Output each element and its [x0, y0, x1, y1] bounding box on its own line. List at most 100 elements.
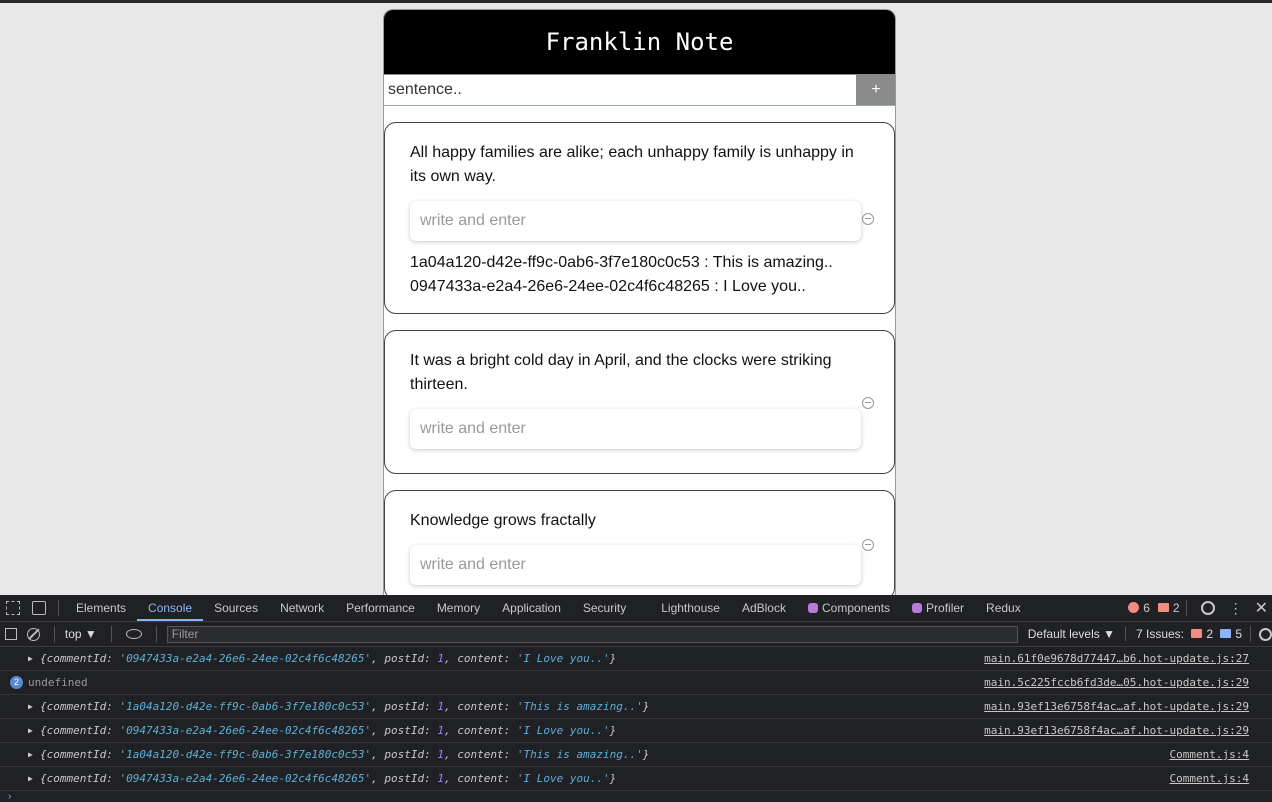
log-row[interactable]: ▶ {commentId: '1a04a120-d42e-ff9c-0ab6-3…	[0, 743, 1272, 767]
post-card: All happy families are alike; each unhap…	[384, 122, 895, 314]
post-card: It was a bright cold day in April, and t…	[384, 330, 895, 474]
log-message: {commentId: '0947433a-e2a4-26e6-24ee-02c…	[40, 772, 617, 785]
close-icon[interactable]: ✕	[1255, 598, 1268, 618]
post-text: Knowledge grows fractally	[410, 512, 596, 529]
divider	[53, 626, 55, 642]
issue-error-icon	[1191, 629, 1203, 638]
post-list: All happy families are alike; each unhap…	[384, 106, 895, 596]
error-count[interactable]: 6	[1128, 601, 1150, 615]
divider	[155, 626, 157, 642]
issues-label: 7 Issues:	[1135, 627, 1185, 641]
app-title: Franklin Note	[384, 10, 895, 74]
comment-input[interactable]	[410, 409, 861, 449]
log-message: {commentId: '1a04a120-d42e-ff9c-0ab6-3f7…	[40, 700, 650, 713]
log-source-link[interactable]: Comment.js:4	[1170, 743, 1249, 766]
issue-info-icon	[1220, 629, 1232, 638]
tab-console[interactable]: Console	[137, 595, 203, 621]
log-source-link[interactable]: main.93ef13e6758f4ac…af.hot-update.js:29	[984, 695, 1249, 718]
devtools-panel: Elements Console Sources Network Perform…	[0, 595, 1272, 802]
log-levels-select[interactable]: Default levels ▼	[1028, 627, 1115, 641]
divider	[1185, 600, 1187, 616]
console-log: ▶ {commentId: '0947433a-e2a4-26e6-24ee-0…	[0, 647, 1272, 791]
tab-security[interactable]: Security	[572, 595, 637, 621]
settings-gear-icon[interactable]	[1200, 601, 1215, 615]
log-row[interactable]: ▶ {commentId: '0947433a-e2a4-26e6-24ee-0…	[0, 647, 1272, 671]
remove-post-icon[interactable]	[862, 213, 874, 225]
post-card: Knowledge grows fractally	[384, 490, 895, 596]
tab-performance[interactable]: Performance	[335, 595, 426, 621]
comment-list: 1a04a120-d42e-ff9c-0ab6-3f7e180c0c53 : T…	[410, 251, 870, 299]
tab-memory[interactable]: Memory	[426, 595, 491, 621]
device-toolbar-icon[interactable]	[32, 601, 46, 615]
log-source-link[interactable]: main.5c225fccb6fd3de…05.hot-update.js:29	[984, 671, 1249, 694]
log-message: {commentId: '1a04a120-d42e-ff9c-0ab6-3f7…	[40, 748, 650, 761]
more-options-icon[interactable]: ⋮	[1229, 600, 1243, 617]
expand-caret-icon[interactable]: ▶	[28, 719, 33, 742]
comment-input[interactable]	[410, 545, 861, 585]
react-icon	[807, 603, 818, 613]
tab-lighthouse[interactable]: Lighthouse	[637, 595, 731, 621]
tab-profiler[interactable]: Profiler	[901, 595, 975, 621]
log-message: {commentId: '0947433a-e2a4-26e6-24ee-02c…	[40, 724, 617, 737]
divider	[110, 626, 112, 642]
comment-item: 1a04a120-d42e-ff9c-0ab6-3f7e180c0c53 : T…	[410, 254, 833, 271]
post-text: All happy families are alike; each unhap…	[410, 144, 854, 185]
log-source-link[interactable]: Comment.js:4	[1170, 767, 1249, 790]
remove-post-icon[interactable]	[862, 397, 874, 409]
log-source-link[interactable]: main.93ef13e6758f4ac…af.hot-update.js:29	[984, 719, 1249, 742]
log-row[interactable]: ▶ {commentId: '0947433a-e2a4-26e6-24ee-0…	[0, 719, 1272, 743]
divider	[1250, 626, 1252, 642]
expand-caret-icon[interactable]: ▶	[28, 647, 33, 670]
tab-elements[interactable]: Elements	[65, 595, 137, 621]
tab-network[interactable]: Network	[269, 595, 335, 621]
log-message: undefined	[28, 676, 88, 689]
expand-caret-icon[interactable]: ▶	[28, 767, 33, 790]
add-post-button[interactable]: +	[857, 74, 895, 105]
inspect-element-icon[interactable]	[6, 601, 20, 615]
issues-info-count: 5	[1235, 627, 1243, 641]
window-top-edge	[0, 0, 1272, 3]
react-icon	[912, 603, 923, 613]
issues-counter[interactable]: 7 Issues: 2 5	[1124, 627, 1243, 641]
remove-post-icon[interactable]	[862, 539, 874, 551]
tab-sources[interactable]: Sources	[203, 595, 269, 621]
tab-adblock[interactable]: AdBlock	[731, 595, 797, 621]
console-settings-gear-icon[interactable]	[1259, 627, 1272, 641]
repeat-count-badge: 2	[10, 676, 23, 689]
warning-count[interactable]: 2	[1157, 601, 1180, 615]
divider	[58, 600, 59, 616]
log-source-link[interactable]: main.61f0e9678d77447…b6.hot-update.js:27	[984, 647, 1249, 670]
log-row[interactable]: ▶ {commentId: '1a04a120-d42e-ff9c-0ab6-3…	[0, 695, 1272, 719]
new-post-row: +	[384, 74, 895, 106]
comment-row	[410, 397, 874, 449]
issues-error-count: 2	[1206, 627, 1214, 641]
live-expression-eye-icon[interactable]	[125, 629, 142, 639]
console-filter-input[interactable]	[166, 625, 1018, 643]
comment-input[interactable]	[410, 201, 861, 241]
devtools-status: 6 2 ⋮ ✕	[1128, 595, 1272, 621]
tab-redux[interactable]: Redux	[975, 595, 1032, 621]
post-text: It was a bright cold day in April, and t…	[410, 352, 832, 393]
console-toolbar: top ▼ Default levels ▼ 7 Issues: 2 5	[0, 622, 1272, 647]
comment-row	[410, 201, 874, 241]
tab-components[interactable]: Components	[797, 595, 901, 621]
tab-application[interactable]: Application	[491, 595, 572, 621]
franklin-note-app: Franklin Note + All happy families are a…	[383, 9, 896, 596]
error-icon	[1128, 602, 1140, 613]
log-row[interactable]: ▶ {commentId: '0947433a-e2a4-26e6-24ee-0…	[0, 767, 1272, 791]
warning-icon	[1157, 603, 1169, 612]
tab-profiler-label: Profiler	[926, 601, 965, 615]
clear-console-icon[interactable]	[26, 627, 40, 641]
expand-caret-icon[interactable]: ▶	[28, 743, 33, 766]
devtools-tab-bar: Elements Console Sources Network Perform…	[0, 595, 1272, 622]
console-prompt[interactable]: ›	[8, 791, 11, 802]
context-select[interactable]: top ▼	[65, 627, 97, 641]
comment-item: 0947433a-e2a4-26e6-24ee-02c4f6c48265 : I…	[410, 278, 806, 295]
expand-caret-icon[interactable]: ▶	[28, 695, 33, 718]
tab-components-label: Components	[821, 601, 891, 615]
comment-row	[410, 539, 874, 585]
new-post-input[interactable]	[384, 74, 857, 105]
log-message: {commentId: '0947433a-e2a4-26e6-24ee-02c…	[40, 652, 617, 665]
log-row: 2 undefined main.5c225fccb6fd3de…05.hot-…	[0, 671, 1272, 695]
console-sidebar-icon[interactable]	[5, 628, 17, 640]
